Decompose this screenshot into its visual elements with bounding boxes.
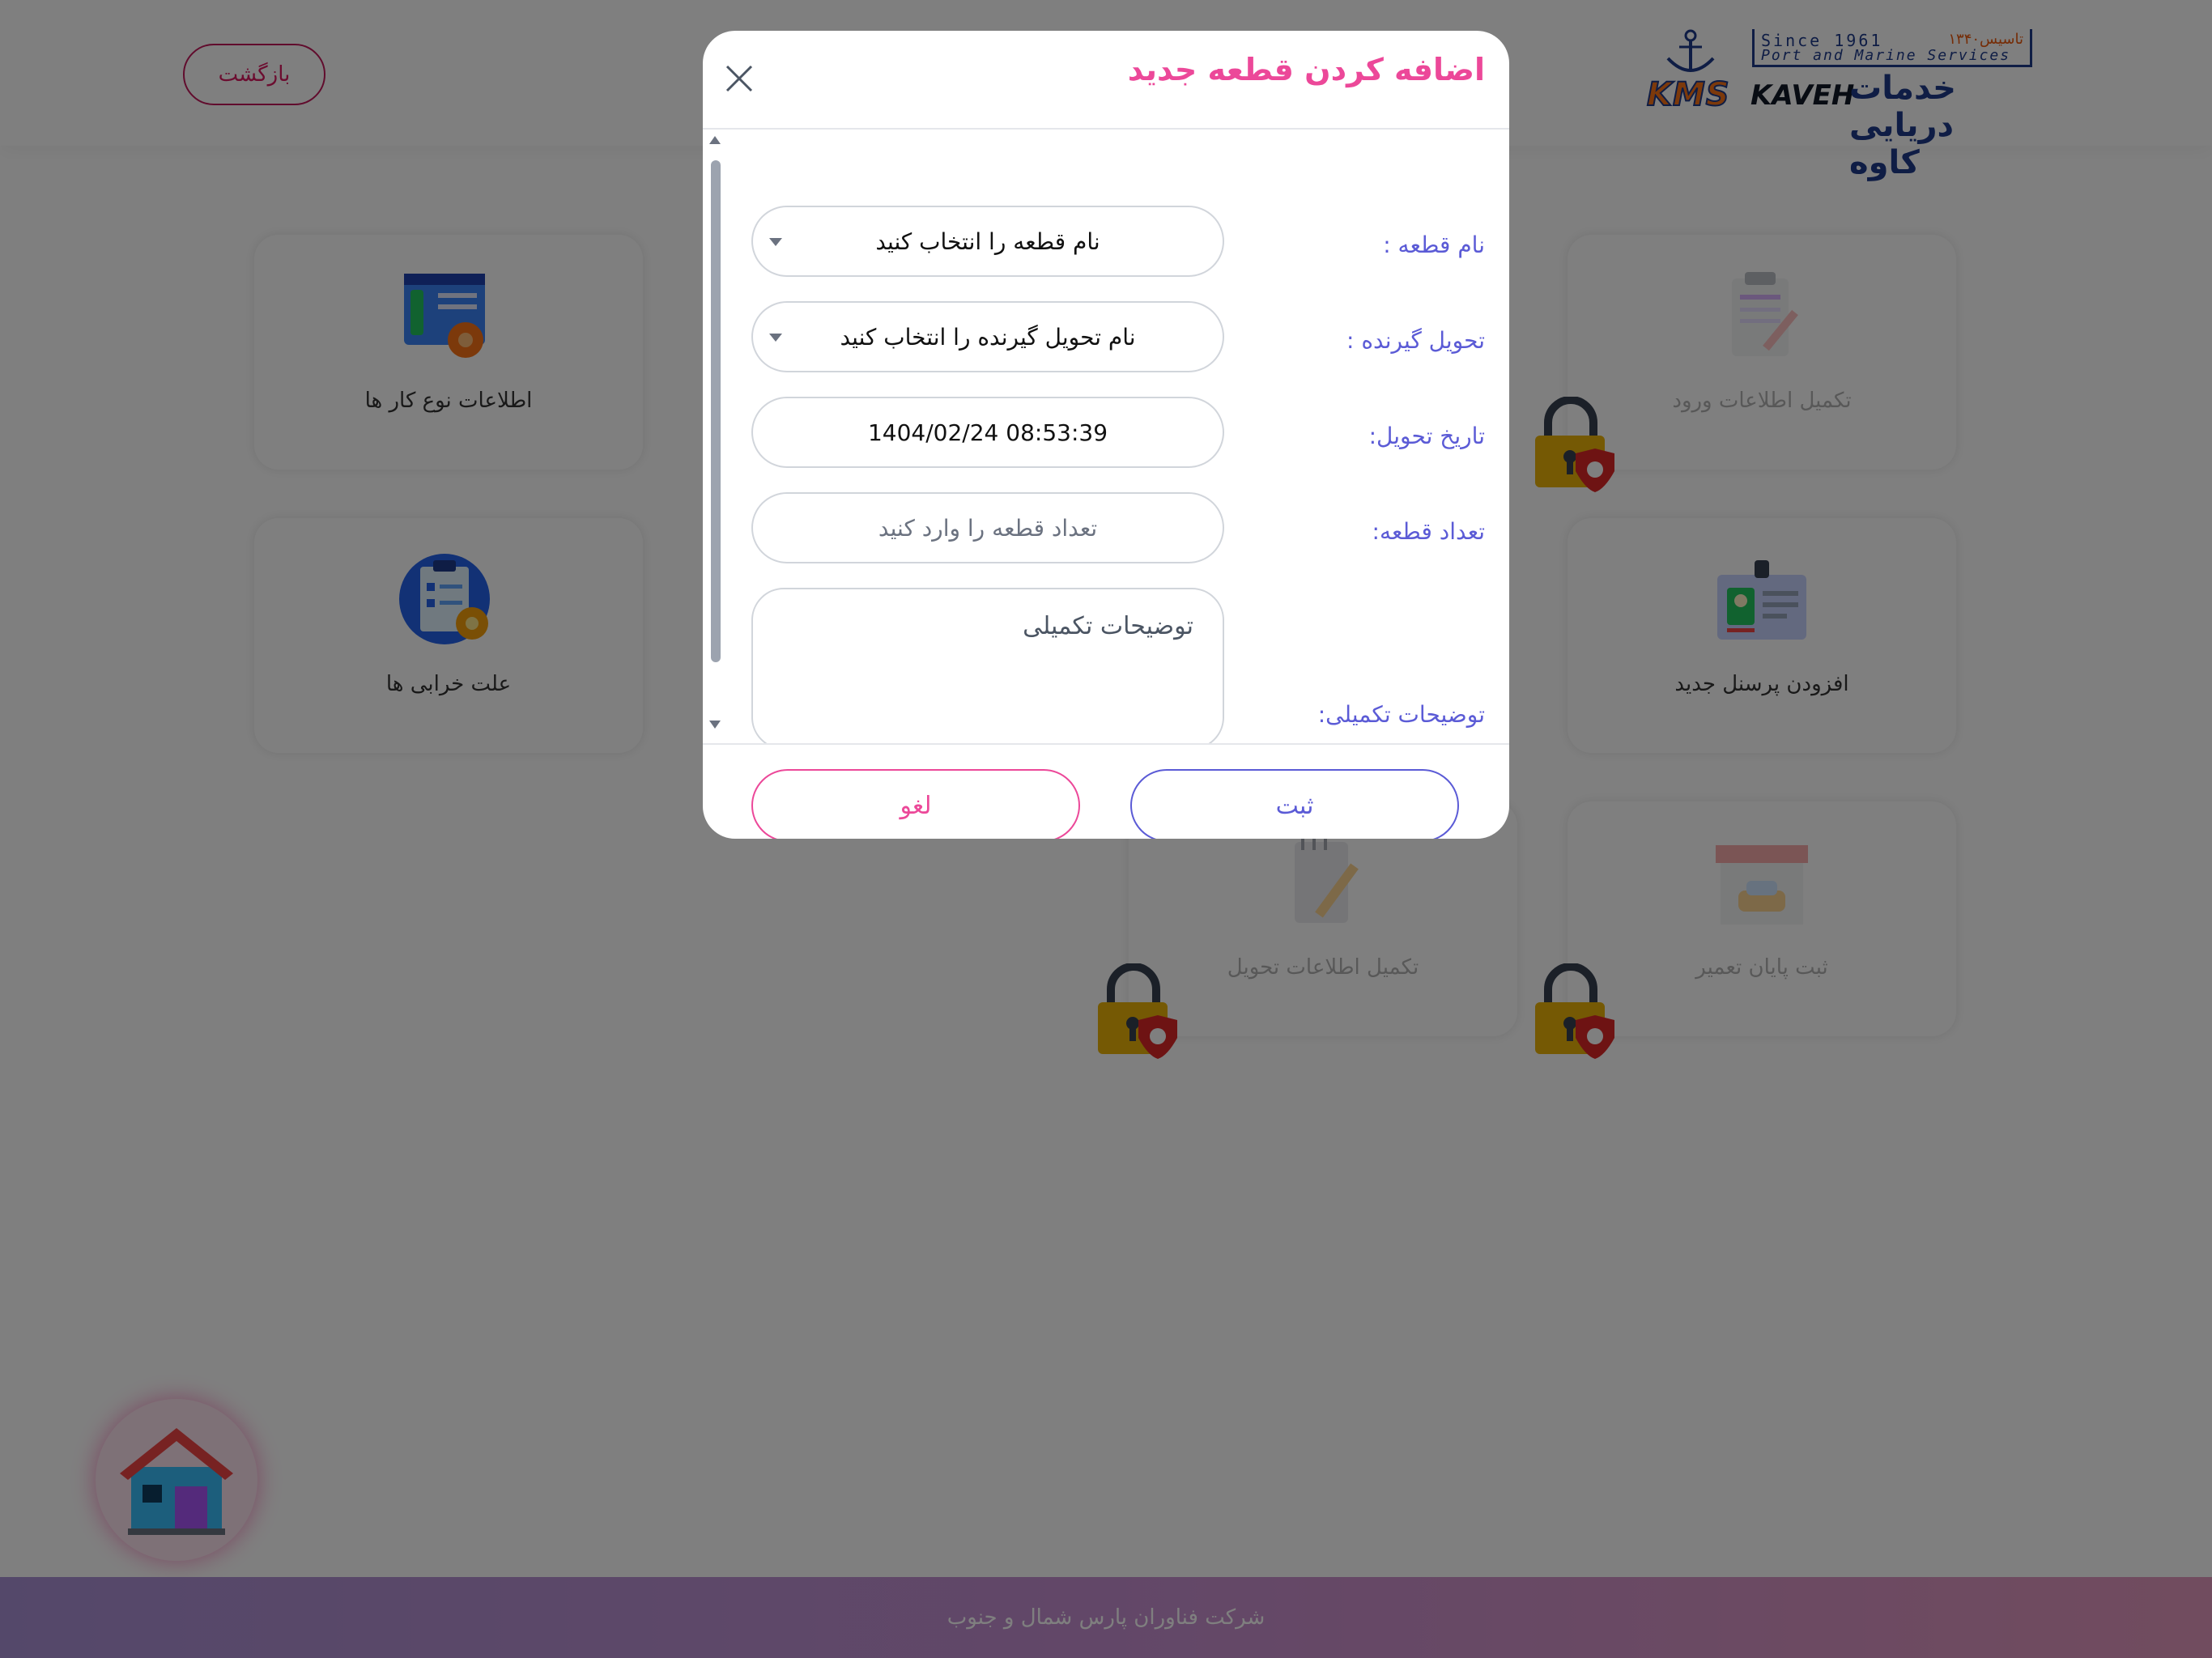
- modal-header: اضافه کردن قطعه جدید: [703, 31, 1509, 130]
- part-name-select[interactable]: نام قطعه را انتخاب کنید: [751, 206, 1224, 277]
- scroll-down-icon[interactable]: [708, 719, 722, 730]
- page: بازگشت Since 1961 تاسیس۱۳۴۰ Port and Mar…: [0, 0, 2212, 1658]
- modal-title: اضافه کردن قطعه جدید: [1127, 52, 1485, 87]
- submit-button[interactable]: ثبت: [1130, 769, 1459, 839]
- part-name-label: نام قطعه :: [1383, 232, 1485, 258]
- receiver-value: نام تحویل گیرنده را انتخاب کنید: [840, 323, 1136, 351]
- notes-textarea[interactable]: توضیحات تکمیلی: [751, 588, 1224, 743]
- part-name-value: نام قطعه را انتخاب کنید: [875, 227, 1100, 255]
- modal-body: نام قطعه : نام قطعه را انتخاب کنید تحویل…: [703, 130, 1509, 743]
- delivery-date-label: تاریخ تحویل:: [1368, 423, 1485, 449]
- add-part-modal: اضافه کردن قطعه جدید نام قطعه : نام قطعه…: [703, 31, 1509, 839]
- delivery-date-value: 1404/02/24 08:53:39: [867, 419, 1108, 446]
- cancel-button[interactable]: لغو: [751, 769, 1080, 839]
- receiver-select[interactable]: نام تحویل گیرنده را انتخاب کنید: [751, 301, 1224, 372]
- delivery-date-input[interactable]: 1404/02/24 08:53:39: [751, 397, 1224, 468]
- scroll-up-icon[interactable]: [708, 134, 722, 146]
- close-icon[interactable]: [721, 60, 758, 97]
- notes-placeholder: توضیحات تکمیلی: [1023, 612, 1193, 640]
- chevron-down-icon: [769, 238, 782, 246]
- quantity-label: تعداد قطعه:: [1372, 518, 1485, 545]
- scrollbar[interactable]: [708, 130, 722, 743]
- quantity-input[interactable]: تعداد قطعه را وارد کنید: [751, 492, 1224, 563]
- notes-label: توضیحات تکمیلی:: [1317, 701, 1485, 728]
- modal-footer: ثبت لغو: [703, 743, 1509, 839]
- quantity-placeholder: تعداد قطعه را وارد کنید: [878, 514, 1098, 542]
- chevron-down-icon: [769, 334, 782, 342]
- receiver-label: تحویل گیرنده :: [1346, 327, 1485, 354]
- scrollbar-thumb[interactable]: [711, 160, 721, 662]
